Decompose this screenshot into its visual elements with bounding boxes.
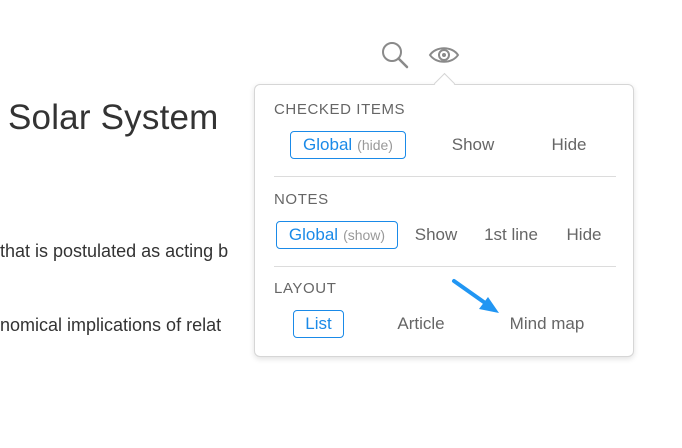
- option-label: Global: [303, 135, 353, 154]
- notes-show-option[interactable]: Show: [408, 221, 464, 249]
- notes-first-line-option[interactable]: 1st line: [479, 221, 543, 249]
- notes-title: NOTES: [274, 191, 329, 208]
- checked-items-hide-option[interactable]: Hide: [538, 131, 600, 159]
- view-options-popover: CHECKED ITEMS Global (hide) Show Hide NO…: [254, 84, 634, 357]
- eye-icon[interactable]: [427, 38, 461, 72]
- annotation-arrow-icon: [452, 279, 499, 313]
- checked-items-title: CHECKED ITEMS: [274, 101, 406, 118]
- option-label: Global: [288, 225, 339, 244]
- divider: [274, 176, 616, 177]
- document-text-line: nomical implications of relat: [0, 315, 222, 335]
- checked-items-global-option[interactable]: Global (hide): [290, 131, 406, 159]
- checked-items-show-option[interactable]: Show: [440, 131, 506, 159]
- document-text-line: that is postulated as acting b: [0, 241, 229, 261]
- search-icon[interactable]: [378, 38, 412, 72]
- notes-hide-option[interactable]: Hide: [558, 221, 610, 249]
- option-hint: (hide): [357, 137, 393, 153]
- notes-global-option[interactable]: Global (show): [276, 221, 398, 249]
- option-hint: (show): [343, 227, 386, 243]
- layout-title: LAYOUT: [274, 280, 337, 297]
- layout-article-option[interactable]: Article: [386, 310, 456, 338]
- layout-mind-map-option[interactable]: Mind map: [503, 310, 591, 338]
- divider: [274, 266, 616, 267]
- layout-list-option[interactable]: List: [293, 310, 344, 338]
- document-title: Solar System: [8, 98, 219, 137]
